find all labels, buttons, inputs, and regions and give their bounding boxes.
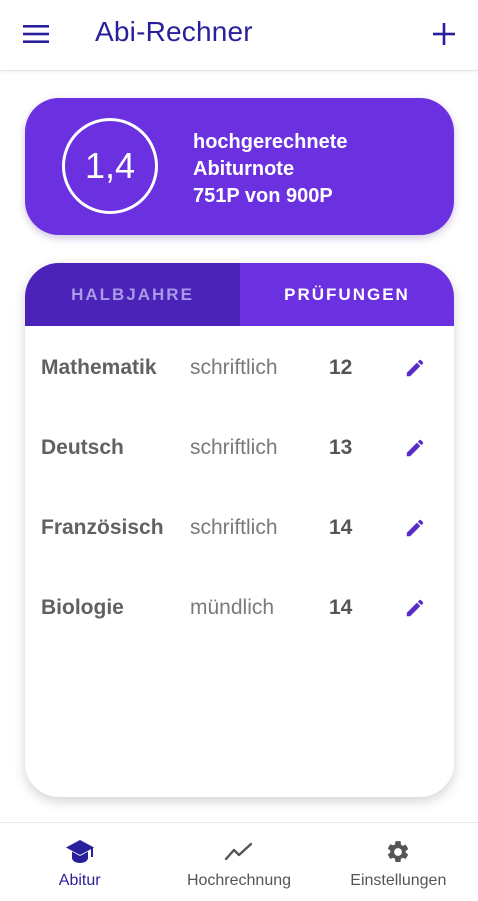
exam-subject: Mathematik: [41, 356, 157, 379]
edit-button[interactable]: [397, 510, 433, 546]
tab-bar: HALBJAHRE PRÜFUNGEN: [25, 263, 454, 326]
gear-icon: [383, 838, 413, 866]
app-bar: Abi-Rechner: [0, 0, 478, 71]
exam-row[interactable]: Deutsch schriftlich 13: [25, 418, 454, 478]
exam-row[interactable]: Biologie mündlich 14: [25, 578, 454, 638]
exams-card: HALBJAHRE PRÜFUNGEN Mathematik schriftli…: [25, 263, 454, 797]
nav-label: Einstellungen: [350, 872, 447, 889]
exam-type: schriftlich: [190, 436, 278, 459]
exam-row[interactable]: Französisch schriftlich 14: [25, 498, 454, 558]
exam-points: 12: [329, 356, 353, 379]
hamburger-menu-icon: [23, 25, 49, 43]
app-title: Abi-Rechner: [95, 16, 253, 47]
pencil-icon: [406, 359, 424, 377]
tab-halbjahre[interactable]: HALBJAHRE: [25, 263, 240, 326]
grade-summary-card: 1,4 hochgerechnete Abiturnote 751P von 9…: [25, 98, 454, 235]
pencil-icon: [406, 599, 424, 617]
exam-row[interactable]: Mathematik schriftlich 12: [25, 338, 454, 398]
grade-value: 1,4: [84, 145, 136, 186]
nav-item-hochrechnung[interactable]: Hochrechnung: [159, 823, 318, 901]
graduation-cap-icon: [65, 838, 95, 866]
tab-pruefungen[interactable]: PRÜFUNGEN: [240, 263, 454, 326]
pencil-icon: [406, 439, 424, 457]
nav-label: Abitur: [58, 872, 101, 889]
plus-icon: [433, 23, 455, 45]
edit-button[interactable]: [397, 430, 433, 466]
exam-subject: Deutsch: [41, 436, 124, 459]
summary-line-2: Abiturnote: [193, 158, 295, 180]
nav-label: Hochrechnung: [186, 872, 292, 889]
exam-points: 14: [329, 516, 353, 539]
exam-points: 13: [329, 436, 353, 459]
exam-subject: Biologie: [41, 596, 124, 619]
summary-line-1: hochgerechnete: [193, 131, 348, 153]
exam-type: schriftlich: [190, 356, 278, 379]
bottom-navigation: Abitur Hochrechnung Einstellungen: [0, 822, 478, 901]
exam-type: schriftlich: [190, 516, 278, 539]
menu-button[interactable]: [18, 19, 54, 49]
edit-button[interactable]: [397, 590, 433, 626]
grade-circle: 1,4: [62, 118, 158, 214]
edit-button[interactable]: [397, 350, 433, 386]
exam-points: 14: [329, 596, 353, 619]
trending-up-icon: [224, 838, 254, 866]
nav-item-einstellungen[interactable]: Einstellungen: [319, 823, 478, 901]
add-button[interactable]: [424, 16, 464, 52]
exam-type: mündlich: [190, 596, 275, 619]
summary-line-3: 751P von 900P: [193, 185, 333, 207]
summary-text: hochgerechnete Abiturnote 751P von 900P: [193, 129, 347, 210]
pencil-icon: [406, 519, 424, 537]
nav-item-abitur[interactable]: Abitur: [0, 823, 159, 901]
exam-subject: Französisch: [41, 516, 164, 539]
